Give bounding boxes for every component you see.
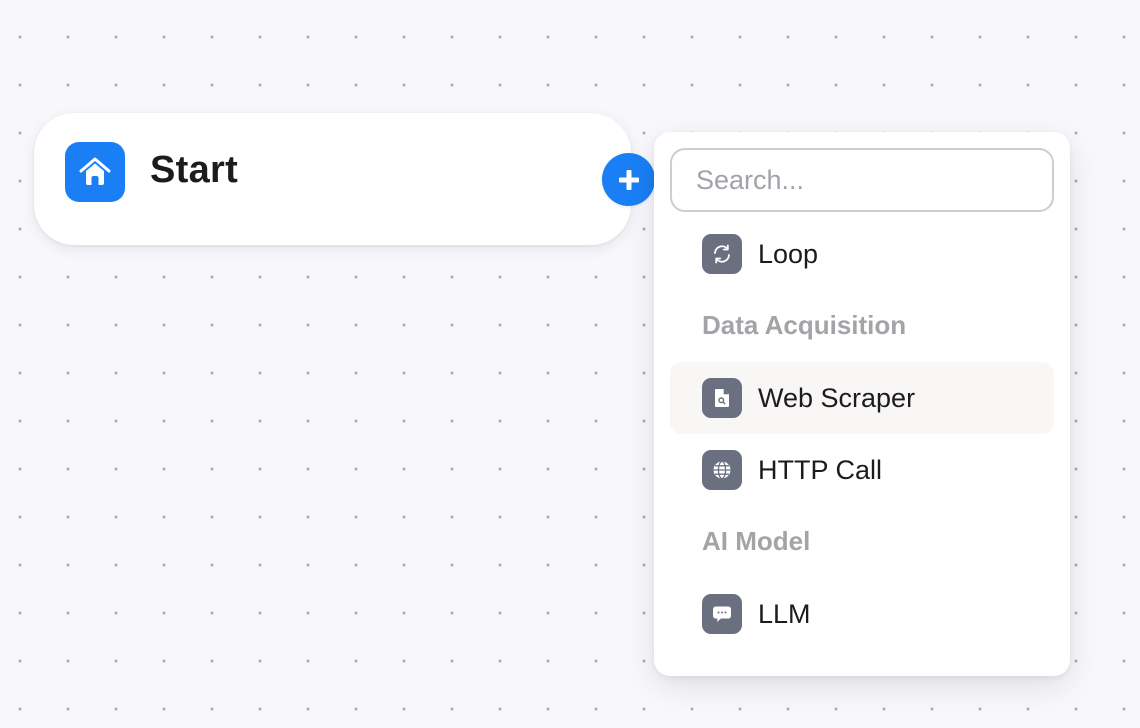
menu-item-web-scraper[interactable]: Web Scraper bbox=[670, 362, 1054, 434]
plus-icon bbox=[618, 169, 639, 190]
add-node-button[interactable] bbox=[602, 153, 655, 206]
search-input[interactable] bbox=[670, 148, 1054, 212]
section-ai-model: AI Model bbox=[702, 526, 811, 556]
menu-item-loop[interactable]: Loop bbox=[670, 218, 1054, 290]
globe-icon bbox=[702, 450, 742, 490]
menu-item-llm[interactable]: LLM bbox=[670, 578, 1054, 650]
home-icon bbox=[65, 142, 125, 202]
menu-item-label: Loop bbox=[758, 238, 819, 269]
menu-item-label: LLM bbox=[758, 598, 811, 629]
menu-item-label: Web Scraper bbox=[758, 382, 916, 413]
loop-icon bbox=[702, 234, 742, 274]
menu-item-http-call[interactable]: HTTP Call bbox=[670, 434, 1054, 506]
chat-bubble-icon bbox=[702, 594, 742, 634]
start-node-title: Start bbox=[150, 149, 239, 191]
file-search-icon bbox=[702, 378, 742, 418]
add-node-menu: Loop Data Acquisition Web Scraper HTTP C… bbox=[654, 132, 1070, 676]
start-node[interactable]: Start bbox=[34, 113, 631, 245]
section-data-acquisition: Data Acquisition bbox=[702, 310, 907, 340]
menu-item-label: HTTP Call bbox=[758, 454, 883, 485]
